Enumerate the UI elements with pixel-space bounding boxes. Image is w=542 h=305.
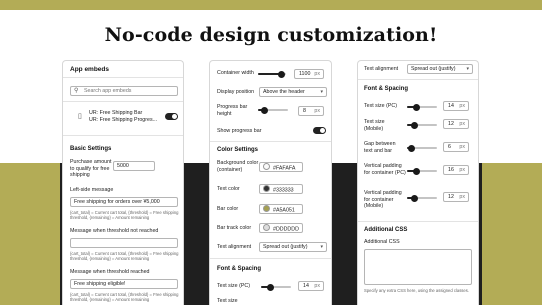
additional-css-help: Specify any extra CSS here, using the as… [364,288,469,293]
display-position-select[interactable]: Above the header ▾ [259,87,327,97]
gap-label: Gap between text and bar [364,141,396,154]
font-spacing-heading: Font & Spacing [217,266,261,272]
text-color-label: Text color [217,186,240,192]
reached-help: {cart_total} = Current cart total, {thre… [70,292,179,303]
text-size-mobile-input[interactable]: 12 px [443,119,469,129]
divider [210,141,331,142]
chevron-down-icon: ▾ [320,244,323,250]
bar-color-input[interactable]: #A5A051 [259,204,303,214]
text-alignment-label: Text alignment [217,244,252,250]
background-color-label: Background color (container) [217,160,259,173]
vpad-mobile-label: Vertical padding for container (Mobile) [364,190,402,210]
page-title: No-code design customization! [104,24,438,46]
text-size-pc-slider[interactable] [407,103,437,111]
purchase-amount-label: Purchase amount to qualify for free ship… [70,159,112,179]
panel-title: App embeds [70,66,110,73]
text-color-input[interactable]: #333333 [259,184,303,194]
text-alignment-select[interactable]: Spread out (justify) ▾ [259,242,327,252]
search-input[interactable]: Search app embeds [70,86,178,96]
background-color-input[interactable]: #FAFAFA [259,162,303,172]
not-reached-input[interactable] [70,238,178,248]
text-size-pc-label: Text size (PC) [217,283,250,289]
basic-settings-heading: Basic Settings [70,146,112,152]
vpad-mobile-slider[interactable] [407,194,437,202]
vpad-pc-slider[interactable] [407,167,437,175]
divider [63,135,183,136]
embed-subtitle: UR: Free Shipping Progres... [89,117,158,123]
vpad-pc-label: Vertical padding for container (PC) [364,163,406,176]
reached-input[interactable]: Free shipping eligible! [70,279,178,289]
settings-panel-middle: Container width 1100 px Display position … [209,60,332,305]
color-settings-heading: Color Settings [217,147,259,153]
divider [63,77,183,78]
text-alignment-label: Text alignment [364,66,399,72]
text-size-pc-input[interactable]: 14 px [298,281,324,291]
text-size-pc-input[interactable]: 14 px [443,101,469,111]
container-width-input[interactable]: 1100 px [294,69,324,79]
additional-css-textarea[interactable] [364,249,472,285]
container-width-slider[interactable] [258,70,286,78]
not-reached-help: {cart_total} = Current cart total, {thre… [70,251,179,262]
reached-label: Message when threshold reached [70,269,150,275]
divider [63,101,183,102]
divider [358,79,478,80]
bar-track-label: Bar track color [217,225,252,231]
vpad-mobile-input[interactable]: 12 px [443,192,469,202]
container-width-label: Container width [217,70,254,76]
embed-title: UR: Free Shipping Bar [89,110,143,116]
vpad-pc-input[interactable]: 16 px [443,165,469,175]
text-alignment-select[interactable]: Spread out (justify) ▾ [407,64,473,74]
chevron-down-icon: ▾ [320,89,323,95]
progress-height-label: Progress bar height [217,104,248,117]
progress-height-input[interactable]: 8 px [298,106,324,116]
bottom-left-accent [0,163,60,305]
text-size-pc-label: Text size (PC) [364,103,397,109]
app-embeds-panel: App embeds Search app embeds ⚲ ▯ UR: Fre… [62,60,184,305]
top-accent-band [0,0,542,10]
bar-color-label: Bar color [217,206,239,212]
bottom-right-accent [482,163,542,305]
divider [210,258,331,259]
not-reached-label: Message when threshold not reached [70,228,159,234]
progress-height-slider[interactable] [258,106,288,114]
text-size-mobile-slider[interactable] [407,121,437,129]
chevron-down-icon: ▾ [466,66,469,72]
embed-toggle[interactable] [165,113,178,120]
mobile-icon: ▯ [78,113,82,120]
purchase-amount-input[interactable]: 5000 [113,161,155,171]
additional-css-heading: Additional CSS [364,227,408,233]
search-icon: ⚲ [74,88,79,94]
gap-input[interactable]: 6 px [443,142,469,152]
display-position-label: Display position [217,89,255,95]
additional-css-label: Additional CSS [364,239,400,245]
text-size-mobile-label: Text size [217,298,238,304]
divider [358,221,478,222]
font-spacing-heading: Font & Spacing [364,86,408,92]
bar-track-input[interactable]: #DDDDDD [259,223,303,233]
text-size-pc-slider[interactable] [261,283,291,291]
settings-panel-right: Text alignment Spread out (justify) ▾ Fon… [357,60,479,305]
show-progress-label: Show progress bar [217,128,262,134]
left-message-label: Left-side message [70,187,114,193]
left-message-help: {cart_total} = Current cart total, {thre… [70,210,179,221]
left-message-input[interactable]: Free shipping for orders over ¥5,000 [70,197,178,207]
text-size-mobile-label: Text size (Mobile) [364,119,385,132]
show-progress-toggle[interactable] [313,127,326,134]
gap-slider[interactable] [407,144,437,152]
